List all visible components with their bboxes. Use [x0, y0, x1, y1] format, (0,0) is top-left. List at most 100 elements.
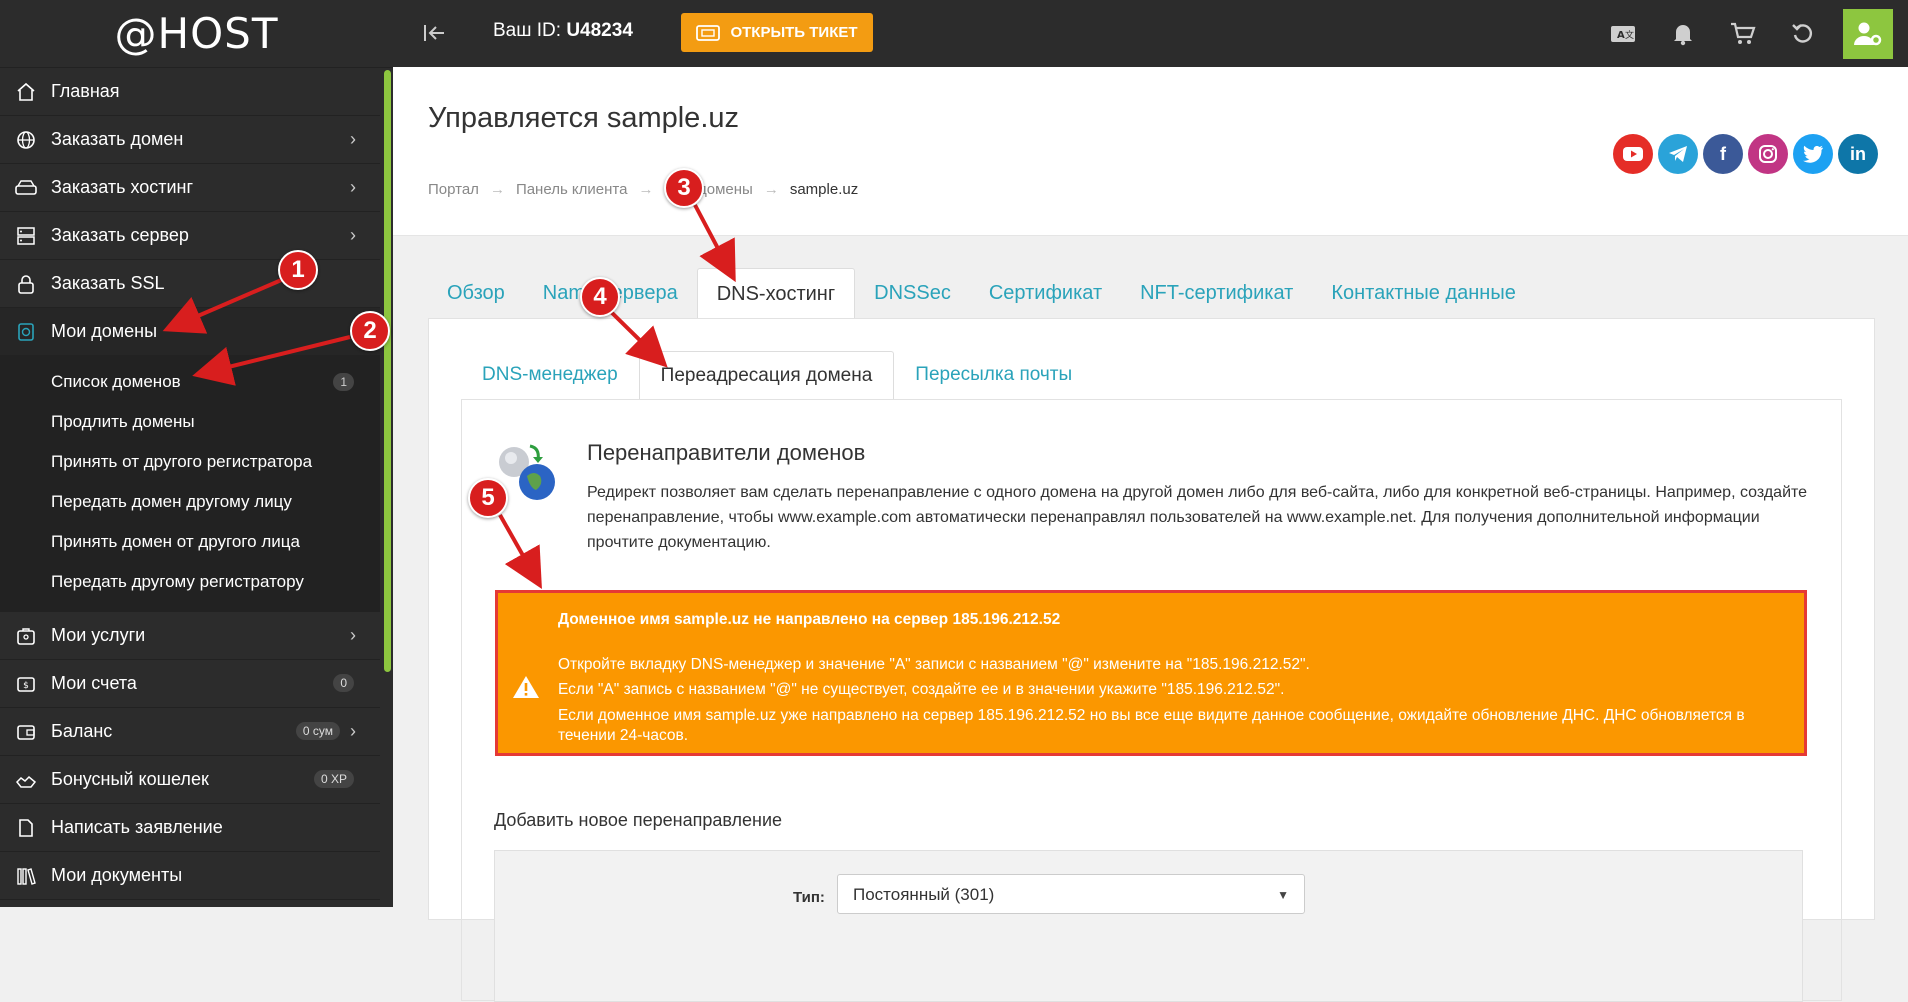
sidebar-item-label: Заказать сервер [51, 225, 189, 245]
user-id: Ваш ID: U48234 [493, 20, 633, 42]
tab-certificate[interactable]: Сертификат [970, 268, 1121, 319]
sidebar-item-order-domain[interactable]: Заказать домен › [0, 116, 380, 164]
open-ticket-label: ОТКРЫТЬ ТИКЕТ [730, 24, 858, 41]
server-icon [15, 225, 37, 247]
youtube-icon[interactable] [1613, 134, 1653, 174]
books-icon [15, 865, 37, 887]
svg-text:A: A [1617, 30, 1625, 41]
hdd-icon [15, 177, 37, 199]
top-bar-icons: A文 [1593, 0, 1908, 67]
alert-title: Доменное имя sample.uz не направлено на … [558, 611, 1061, 628]
breadcrumb-client-panel[interactable]: Панель клиента [516, 181, 628, 198]
telegram-icon[interactable] [1658, 134, 1698, 174]
instagram-icon[interactable] [1748, 134, 1788, 174]
services-icon [15, 625, 37, 647]
xp-badge: 0 XP [313, 770, 354, 788]
sidebar-item-label: Мои домены [51, 321, 158, 341]
submenu-item-label: Передать другому регистратору [51, 572, 304, 591]
user-id-value: U48234 [566, 20, 633, 41]
sidebar-item-my-invoices[interactable]: $ Мои счета 0 [0, 660, 380, 708]
annotation-marker-1: 1 [278, 250, 318, 290]
submenu-item-label: Передать домен другому лицу [51, 492, 292, 511]
sidebar-item-balance[interactable]: Баланс 0 сум › [0, 708, 380, 756]
user-gear-icon [1854, 22, 1882, 45]
sidebar-item-label: Заказать домен [51, 129, 184, 149]
submenu-item-label: Продлить домены [51, 412, 195, 431]
annotation-marker-2: 2 [350, 311, 390, 351]
section-title: Перенаправители доменов [587, 440, 866, 465]
social-links: f in [1608, 134, 1878, 174]
page-title: Управляется sample.uz [428, 102, 739, 134]
user-settings-button[interactable] [1843, 8, 1893, 59]
refresh-icon[interactable] [1773, 0, 1833, 67]
domains-submenu: Список доменов 1 Продлить домены Принять… [0, 356, 380, 612]
warning-icon [512, 675, 540, 704]
tab-mail-forwarding[interactable]: Пересылка почты [894, 351, 1093, 399]
breadcrumb-portal[interactable]: Портал [428, 181, 479, 198]
dns-warning-alert: Доменное имя sample.uz не направлено на … [495, 590, 1807, 756]
arrow-right-icon: → [638, 181, 654, 198]
chevron-right-icon: › [350, 177, 356, 197]
logo[interactable]: @HOST [0, 0, 393, 68]
sidebar-item-my-documents[interactable]: Мои документы [0, 852, 380, 900]
submenu-item-transfer-to-person[interactable]: Передать домен другому лицу [0, 482, 380, 522]
submenu-item-accept-from-person[interactable]: Принять домен от другого лица [0, 522, 380, 562]
breadcrumb: Портал → Панель клиента → Мои домены → s… [428, 181, 858, 198]
tab-contact-data[interactable]: Контактные данные [1312, 268, 1535, 319]
domain-redirect-content: Перенаправители доменов Редирект позволя… [461, 399, 1842, 1002]
globe-icon [15, 129, 37, 151]
tab-dns-manager[interactable]: DNS-менеджер [461, 351, 639, 399]
translate-icon[interactable]: A文 [1593, 0, 1653, 67]
submenu-item-transfer-in[interactable]: Принять от другого регистратора [0, 442, 380, 482]
collapse-sidebar-icon[interactable] [421, 20, 447, 46]
sidebar-item-label: Баланс [51, 721, 113, 741]
add-redirect-form: Тип: Постоянный (301) ▼ [494, 850, 1803, 1002]
dns-hosting-panel: DNS-менеджер Переадресация домена Пересы… [428, 318, 1875, 1002]
bell-icon[interactable] [1653, 0, 1713, 67]
tab-domain-redirect[interactable]: Переадресация домена [638, 351, 895, 400]
alert-line-3: Если доменное имя sample.uz уже направле… [558, 707, 1745, 744]
sidebar-item-my-services[interactable]: Мои услуги › [0, 612, 380, 660]
sidebar: @HOST Главная Заказать домен › Заказать … [0, 0, 393, 907]
sidebar-item-order-server[interactable]: Заказать сервер › [0, 212, 380, 260]
breadcrumb-current: sample.uz [789, 181, 859, 198]
redirect-type-select[interactable]: Постоянный (301) ▼ [837, 874, 1305, 914]
sidebar-item-home[interactable]: Главная [0, 68, 380, 116]
sidebar-item-label: Заказать хостинг [51, 177, 194, 197]
submenu-item-label: Принять домен от другого лица [51, 532, 300, 551]
tab-nft-certificate[interactable]: NFT-сертификат [1121, 268, 1312, 319]
caret-down-icon: ▼ [1277, 888, 1289, 902]
tab-dns-hosting[interactable]: DNS-хостинг [696, 268, 856, 320]
submenu-item-label: Список доменов [51, 372, 181, 391]
sidebar-item-write-application[interactable]: Написать заявление [0, 804, 380, 852]
home-icon [15, 81, 37, 103]
section-description: Редирект позволяет вам сделать перенапра… [587, 484, 1808, 551]
submenu-item-transfer-out[interactable]: Передать другому регистратору [0, 562, 380, 602]
bonus-icon [15, 769, 37, 791]
annotation-marker-3: 3 [664, 168, 704, 208]
sidebar-item-bonus-wallet[interactable]: Бонусный кошелек 0 XP [0, 756, 380, 804]
facebook-icon[interactable]: f [1703, 134, 1743, 174]
twitter-icon[interactable] [1793, 134, 1833, 174]
chevron-right-icon: › [350, 225, 356, 245]
open-ticket-button[interactable]: ОТКРЫТЬ ТИКЕТ [681, 13, 873, 52]
type-label: Тип: [793, 889, 825, 906]
sidebar-item-label: Бонусный кошелек [51, 769, 209, 789]
sidebar-scrollbar[interactable] [384, 70, 391, 672]
ticket-icon [696, 24, 721, 41]
tab-overview[interactable]: Обзор [428, 268, 524, 319]
sidebar-item-label: Мои счета [51, 673, 137, 693]
top-bar: Ваш ID: U48234 ОТКРЫТЬ ТИКЕТ A文 [393, 0, 1908, 67]
sidebar-item-order-ssl[interactable]: Заказать SSL [0, 260, 380, 308]
count-badge: 0 [333, 674, 354, 692]
submenu-item-renew-domains[interactable]: Продлить домены [0, 402, 380, 442]
cart-icon[interactable] [1713, 0, 1773, 67]
redirect-type-value: Постоянный (301) [853, 885, 995, 904]
linkedin-icon[interactable]: in [1838, 134, 1878, 174]
sidebar-item-order-hosting[interactable]: Заказать хостинг › [0, 164, 380, 212]
submenu-item-domain-list[interactable]: Список доменов 1 [0, 362, 380, 402]
sidebar-item-my-domains[interactable]: Мои домены [0, 308, 380, 356]
dns-subtabs: DNS-менеджер Переадресация домена Пересы… [461, 351, 1093, 400]
annotation-marker-4: 4 [580, 277, 620, 317]
tab-dnssec[interactable]: DNSSec [855, 268, 970, 319]
